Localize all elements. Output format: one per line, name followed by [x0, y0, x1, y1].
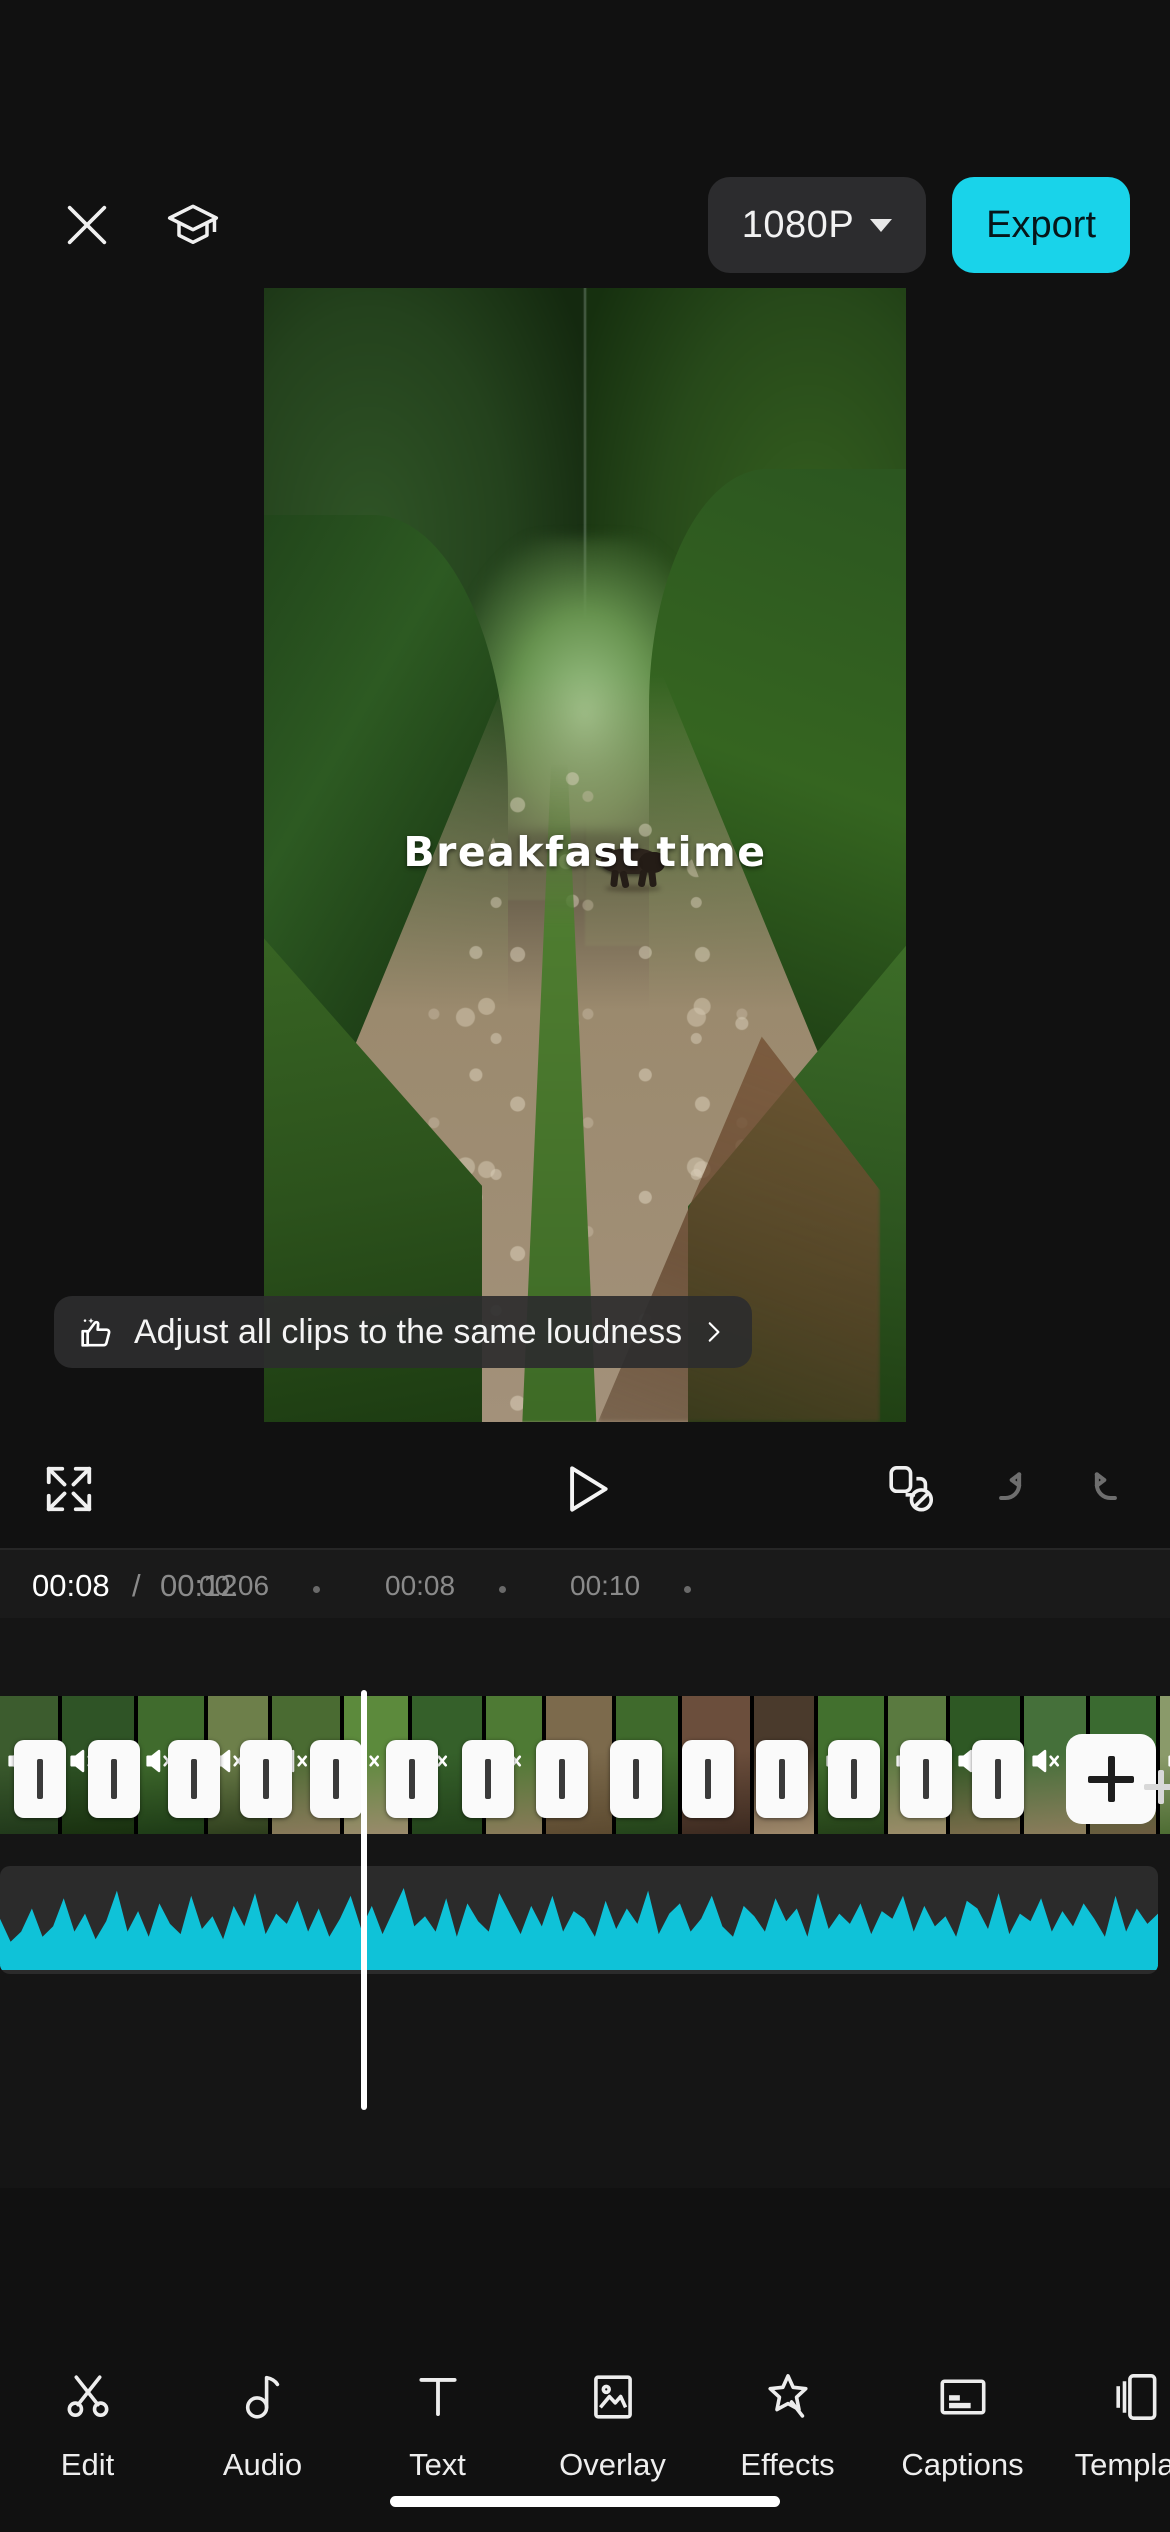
scissors-icon [61, 2370, 115, 2429]
close-x-icon [67, 205, 107, 245]
transition-button[interactable] [14, 1740, 66, 1818]
undo-button[interactable] [982, 1462, 1036, 1521]
toolbar-item-label: Effects [740, 2447, 835, 2482]
template-cards-icon [1111, 2370, 1165, 2429]
toolbar-item-text[interactable]: Text [350, 2370, 525, 2483]
toolbar-item-effects[interactable]: Effects [700, 2370, 875, 2483]
transition-button[interactable] [900, 1740, 952, 1818]
transition-button[interactable] [682, 1740, 734, 1818]
toolbar-item-captions[interactable]: Captions [875, 2370, 1050, 2483]
transport-right-group [884, 1462, 1134, 1521]
thumbs-up-sparkle-icon [81, 1318, 111, 1347]
transition-button[interactable] [168, 1740, 220, 1818]
fullscreen-button[interactable] [42, 1462, 96, 1521]
audio-waveform [0, 1888, 1158, 1970]
transition-divider-icon [995, 1759, 1001, 1799]
ruler-mark: 00:06 [199, 1570, 270, 1601]
transition-divider-icon [559, 1759, 565, 1799]
timeline-playhead[interactable] [361, 1690, 367, 2110]
top-bar-right-group: 1080P Export [707, 177, 1130, 273]
transition-divider-icon [633, 1759, 639, 1799]
graduation-cap-icon [167, 204, 219, 245]
loudness-suggestion-banner[interactable]: Adjust all clips to the same loudness [54, 1296, 753, 1368]
transition-divider-icon [409, 1759, 415, 1799]
play-button[interactable] [554, 1458, 616, 1525]
transport-controls [0, 1440, 1170, 1550]
toolbar-item-label: Template [1074, 2447, 1170, 2482]
resolution-label: 1080P [741, 203, 855, 246]
ruler-tick-dot [313, 1586, 320, 1593]
ruler-tick-dot [499, 1586, 506, 1593]
current-time-label: 00:08 [32, 1568, 110, 1603]
transition-button[interactable] [240, 1740, 292, 1818]
transition-divider-icon [485, 1759, 491, 1799]
loudness-banner-text: Adjust all clips to the same loudness [134, 1312, 683, 1351]
transition-divider-icon [37, 1759, 43, 1799]
toolbar-item-template[interactable]: Template [1050, 2370, 1170, 2483]
transition-divider-icon [191, 1759, 197, 1799]
toolbar-item-audio[interactable]: Audio [175, 2370, 350, 2483]
toolbar-item-overlay[interactable]: Overlay [525, 2370, 700, 2483]
captions-card-icon [936, 2370, 990, 2429]
transition-divider-icon [333, 1759, 339, 1799]
home-indicator [390, 2496, 780, 2507]
export-button[interactable]: Export [952, 177, 1130, 273]
redo-button[interactable] [1080, 1462, 1134, 1521]
time-separator: / [132, 1568, 141, 1603]
resolution-selector[interactable]: 1080P [707, 177, 927, 273]
top-bar-left-group [56, 194, 224, 256]
transition-divider-icon [111, 1759, 117, 1799]
music-note-icon [236, 2370, 290, 2429]
toolbar-item-label: Overlay [559, 2447, 666, 2482]
transition-button[interactable] [386, 1740, 438, 1818]
play-icon [570, 1466, 608, 1512]
ruler-tick-dot [684, 1586, 691, 1593]
audio-waveform-track[interactable] [0, 1866, 1158, 1974]
bottom-toolbar: Edit Audio Text Overlay Effects Captions Templ… [0, 2370, 1170, 2500]
transition-divider-icon [263, 1759, 269, 1799]
keyframe-toggle-button[interactable] [884, 1462, 938, 1521]
transition-button[interactable] [610, 1740, 662, 1818]
transition-divider-icon [779, 1759, 785, 1799]
transition-button[interactable] [462, 1740, 514, 1818]
transition-divider-icon [851, 1759, 857, 1799]
chevron-down-icon [870, 218, 893, 232]
transition-divider-icon [923, 1759, 929, 1799]
chevron-right-icon [708, 1322, 720, 1342]
transition-button[interactable] [828, 1740, 880, 1818]
expand-fullscreen-icon [46, 1466, 92, 1512]
keyframe-disabled-icon [889, 1466, 934, 1512]
ruler-mark: 00:08 [385, 1570, 456, 1601]
transition-button[interactable] [536, 1740, 588, 1818]
transition-button[interactable] [310, 1740, 362, 1818]
timeline-ruler[interactable]: 00:08 / 00:12 00:06 00:08 00:10 [0, 1550, 1170, 1618]
undo-icon [999, 1472, 1022, 1501]
timeline-panel[interactable] [0, 1618, 1170, 2188]
tutorial-button[interactable] [162, 194, 224, 256]
video-preview[interactable]: Breakfast time [264, 288, 906, 1422]
close-button[interactable] [56, 194, 118, 256]
toolbar-item-label: Edit [60, 2447, 115, 2482]
top-bar: 1080P Export [0, 160, 1170, 290]
transition-button-row[interactable] [0, 1734, 1170, 1824]
redo-icon [1094, 1472, 1117, 1501]
transition-button[interactable] [88, 1740, 140, 1818]
ruler-mark: 00:10 [570, 1570, 641, 1601]
toolbar-item-label: Captions [901, 2447, 1024, 2482]
toolbar-item-edit[interactable]: Edit [0, 2370, 175, 2483]
transition-button[interactable] [756, 1740, 808, 1818]
video-text-overlay[interactable]: Breakfast time [264, 828, 906, 876]
transition-button[interactable] [972, 1740, 1024, 1818]
magic-star-icon [761, 2370, 815, 2429]
toolbar-item-label: Text [409, 2447, 466, 2482]
add-clip-secondary-button[interactable] [1136, 1762, 1170, 1812]
image-frame-icon [586, 2370, 640, 2429]
text-t-icon [411, 2370, 465, 2429]
toolbar-item-label: Audio [222, 2447, 303, 2482]
transition-divider-icon [705, 1759, 711, 1799]
